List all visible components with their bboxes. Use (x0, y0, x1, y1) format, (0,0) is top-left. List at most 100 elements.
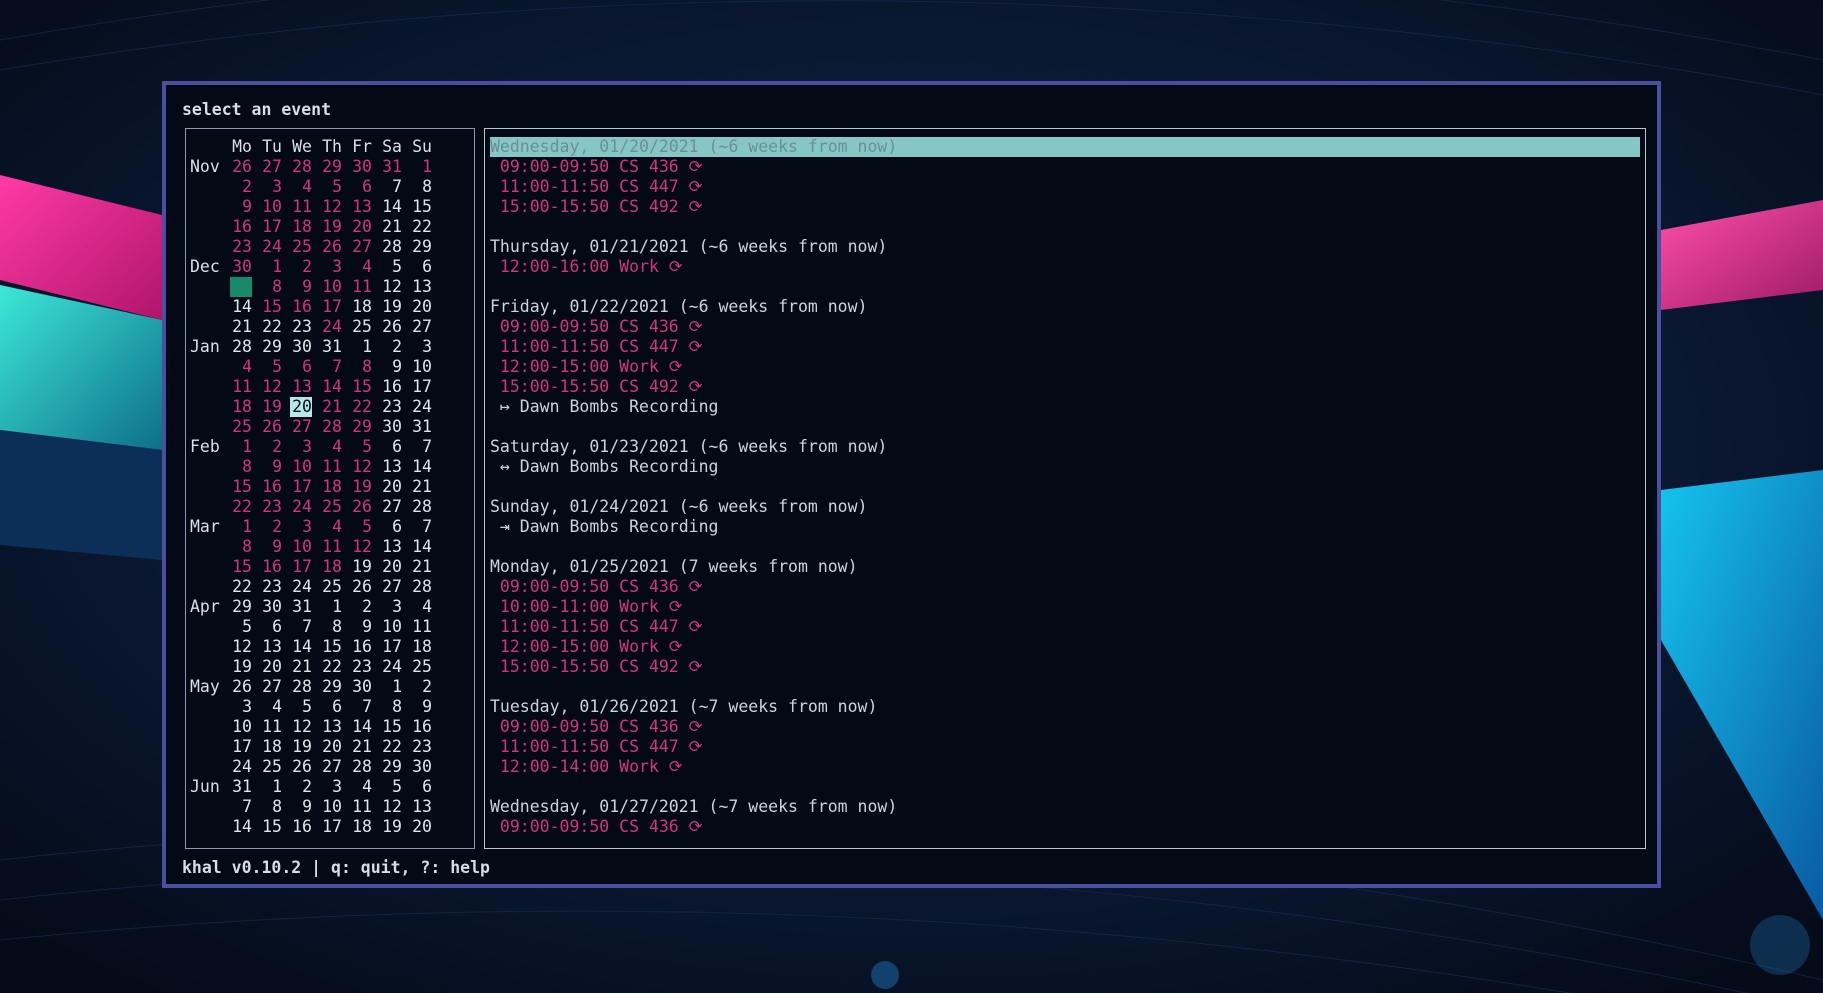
calendar-day[interactable]: 3 (230, 697, 252, 717)
calendar-day[interactable]: 24 (230, 757, 252, 777)
selected-day-header[interactable]: Wednesday, 01/20/2021 (~6 weeks from now… (490, 137, 1640, 157)
calendar-day[interactable]: 12 (350, 537, 372, 557)
calendar-day[interactable]: 5 (320, 177, 342, 197)
calendar-day[interactable]: 18 (320, 477, 342, 497)
calendar-day[interactable]: 1 (320, 597, 342, 617)
calendar-day[interactable]: 9 (230, 197, 252, 217)
event-item[interactable]: 11:00-11:50 CS 447 ⟳ (490, 737, 703, 757)
calendar-day[interactable]: 13 (320, 717, 342, 737)
day-header[interactable]: Monday, 01/25/2021 (7 weeks from now) (490, 557, 858, 577)
calendar-day[interactable]: 30 (290, 337, 312, 357)
calendar-day[interactable]: 17 (380, 637, 402, 657)
calendar-day[interactable]: 24 (290, 577, 312, 597)
calendar-day[interactable]: 25 (230, 417, 252, 437)
calendar-day[interactable]: 9 (290, 277, 312, 297)
calendar-day[interactable]: 8 (260, 277, 282, 297)
calendar-day[interactable]: 10 (320, 797, 342, 817)
calendar-day[interactable]: 2 (230, 177, 252, 197)
calendar-day[interactable]: 25 (290, 237, 312, 257)
event-item[interactable]: 09:00-09:50 CS 436 ⟳ (490, 817, 703, 837)
calendar-day[interactable]: 6 (290, 357, 312, 377)
calendar-day[interactable]: 14 (350, 717, 372, 737)
event-item[interactable]: 11:00-11:50 CS 447 ⟳ (490, 337, 703, 357)
calendar-day[interactable]: 15 (260, 817, 282, 837)
calendar-day[interactable]: 31 (290, 597, 312, 617)
calendar-day[interactable]: 6 (350, 177, 372, 197)
calendar-day[interactable]: 15 (410, 197, 432, 217)
event-item[interactable]: 12:00-16:00 Work ⟳ (490, 257, 683, 277)
calendar-day[interactable]: 27 (350, 237, 372, 257)
calendar-day[interactable]: 16 (290, 297, 312, 317)
calendar-day[interactable]: 19 (350, 477, 372, 497)
calendar-day[interactable]: 14 (290, 637, 312, 657)
calendar-day[interactable]: 21 (410, 557, 432, 577)
calendar-day[interactable]: 8 (260, 797, 282, 817)
calendar-day[interactable]: 11 (290, 197, 312, 217)
calendar-day[interactable]: 23 (350, 657, 372, 677)
calendar-day[interactable]: 22 (350, 397, 372, 417)
calendar-day[interactable]: 30 (350, 157, 372, 177)
calendar-day[interactable]: 12 (380, 797, 402, 817)
calendar-day[interactable]: 7 (320, 357, 342, 377)
calendar-day[interactable]: 4 (320, 517, 342, 537)
calendar-day[interactable]: 23 (290, 317, 312, 337)
calendar-day[interactable]: 8 (350, 357, 372, 377)
allday-event-item[interactable]: ⇥ Dawn Bombs Recording (490, 517, 719, 537)
calendar-day[interactable]: 11 (320, 457, 342, 477)
calendar-day[interactable]: 29 (320, 677, 342, 697)
calendar-day[interactable]: 30 (260, 597, 282, 617)
calendar-day[interactable]: 20 (410, 817, 432, 837)
allday-event-item[interactable]: ↦ Dawn Bombs Recording (490, 397, 719, 417)
calendar-day[interactable]: 16 (290, 817, 312, 837)
calendar-day[interactable]: 27 (260, 677, 282, 697)
calendar-day[interactable]: 31 (230, 777, 252, 797)
calendar-day[interactable]: 18 (260, 737, 282, 757)
calendar-day[interactable]: 10 (260, 197, 282, 217)
calendar-day[interactable]: 25 (320, 497, 342, 517)
calendar-day[interactable]: 6 (260, 617, 282, 637)
calendar-day[interactable]: 26 (230, 677, 252, 697)
calendar-day[interactable]: 23 (260, 577, 282, 597)
calendar-day[interactable]: 28 (290, 677, 312, 697)
calendar-day[interactable]: 1 (230, 517, 252, 537)
calendar-day[interactable]: 10 (290, 537, 312, 557)
calendar-day[interactable]: 27 (410, 317, 432, 337)
calendar-day[interactable]: 25 (410, 657, 432, 677)
calendar-day[interactable]: 28 (320, 417, 342, 437)
calendar-day[interactable]: 9 (350, 617, 372, 637)
calendar-day[interactable]: 6 (380, 517, 402, 537)
calendar-day[interactable]: 21 (290, 657, 312, 677)
calendar-day[interactable]: 15 (380, 717, 402, 737)
calendar-day[interactable]: 17 (290, 557, 312, 577)
calendar-day[interactable]: 24 (410, 397, 432, 417)
calendar-day[interactable]: 17 (290, 477, 312, 497)
calendar-day[interactable]: 26 (230, 157, 252, 177)
calendar-day[interactable]: 22 (230, 497, 252, 517)
calendar-day[interactable]: 18 (350, 297, 372, 317)
calendar-day[interactable]: 22 (260, 317, 282, 337)
allday-event-item[interactable]: ↔ Dawn Bombs Recording (490, 457, 719, 477)
day-header[interactable]: Tuesday, 01/26/2021 (~7 weeks from now) (490, 697, 877, 717)
calendar-day[interactable]: 17 (260, 217, 282, 237)
calendar-day[interactable]: 4 (230, 357, 252, 377)
calendar-day[interactable]: 2 (260, 517, 282, 537)
calendar-day[interactable]: 2 (260, 437, 282, 457)
calendar-day[interactable]: 27 (380, 497, 402, 517)
day-header[interactable]: Wednesday, 01/27/2021 (~7 weeks from now… (490, 797, 897, 817)
calendar-day[interactable]: 21 (380, 217, 402, 237)
events-pane[interactable]: Wednesday, 01/20/2021 (~6 weeks from now… (484, 128, 1646, 849)
calendar-day[interactable]: 4 (410, 597, 432, 617)
calendar-day[interactable]: 30 (350, 677, 372, 697)
calendar-day[interactable]: 25 (350, 317, 372, 337)
calendar-day[interactable]: 14 (380, 197, 402, 217)
calendar-day[interactable]: 1 (380, 677, 402, 697)
calendar-day[interactable]: 20 (290, 397, 312, 417)
calendar-day[interactable]: 11 (260, 717, 282, 737)
calendar-day[interactable]: 5 (230, 617, 252, 637)
calendar-pane[interactable]: Mo Tu We Th Fr Sa Su Nov 26 27 28 29 30 31 1 2 3 4 5 6 7 8 9 10… (185, 128, 475, 849)
calendar-day[interactable]: 30 (410, 757, 432, 777)
calendar-day[interactable]: 15 (320, 637, 342, 657)
day-header[interactable]: Friday, 01/22/2021 (~6 weeks from now) (490, 297, 868, 317)
calendar-day[interactable]: 18 (350, 817, 372, 837)
calendar-day[interactable]: 23 (410, 737, 432, 757)
